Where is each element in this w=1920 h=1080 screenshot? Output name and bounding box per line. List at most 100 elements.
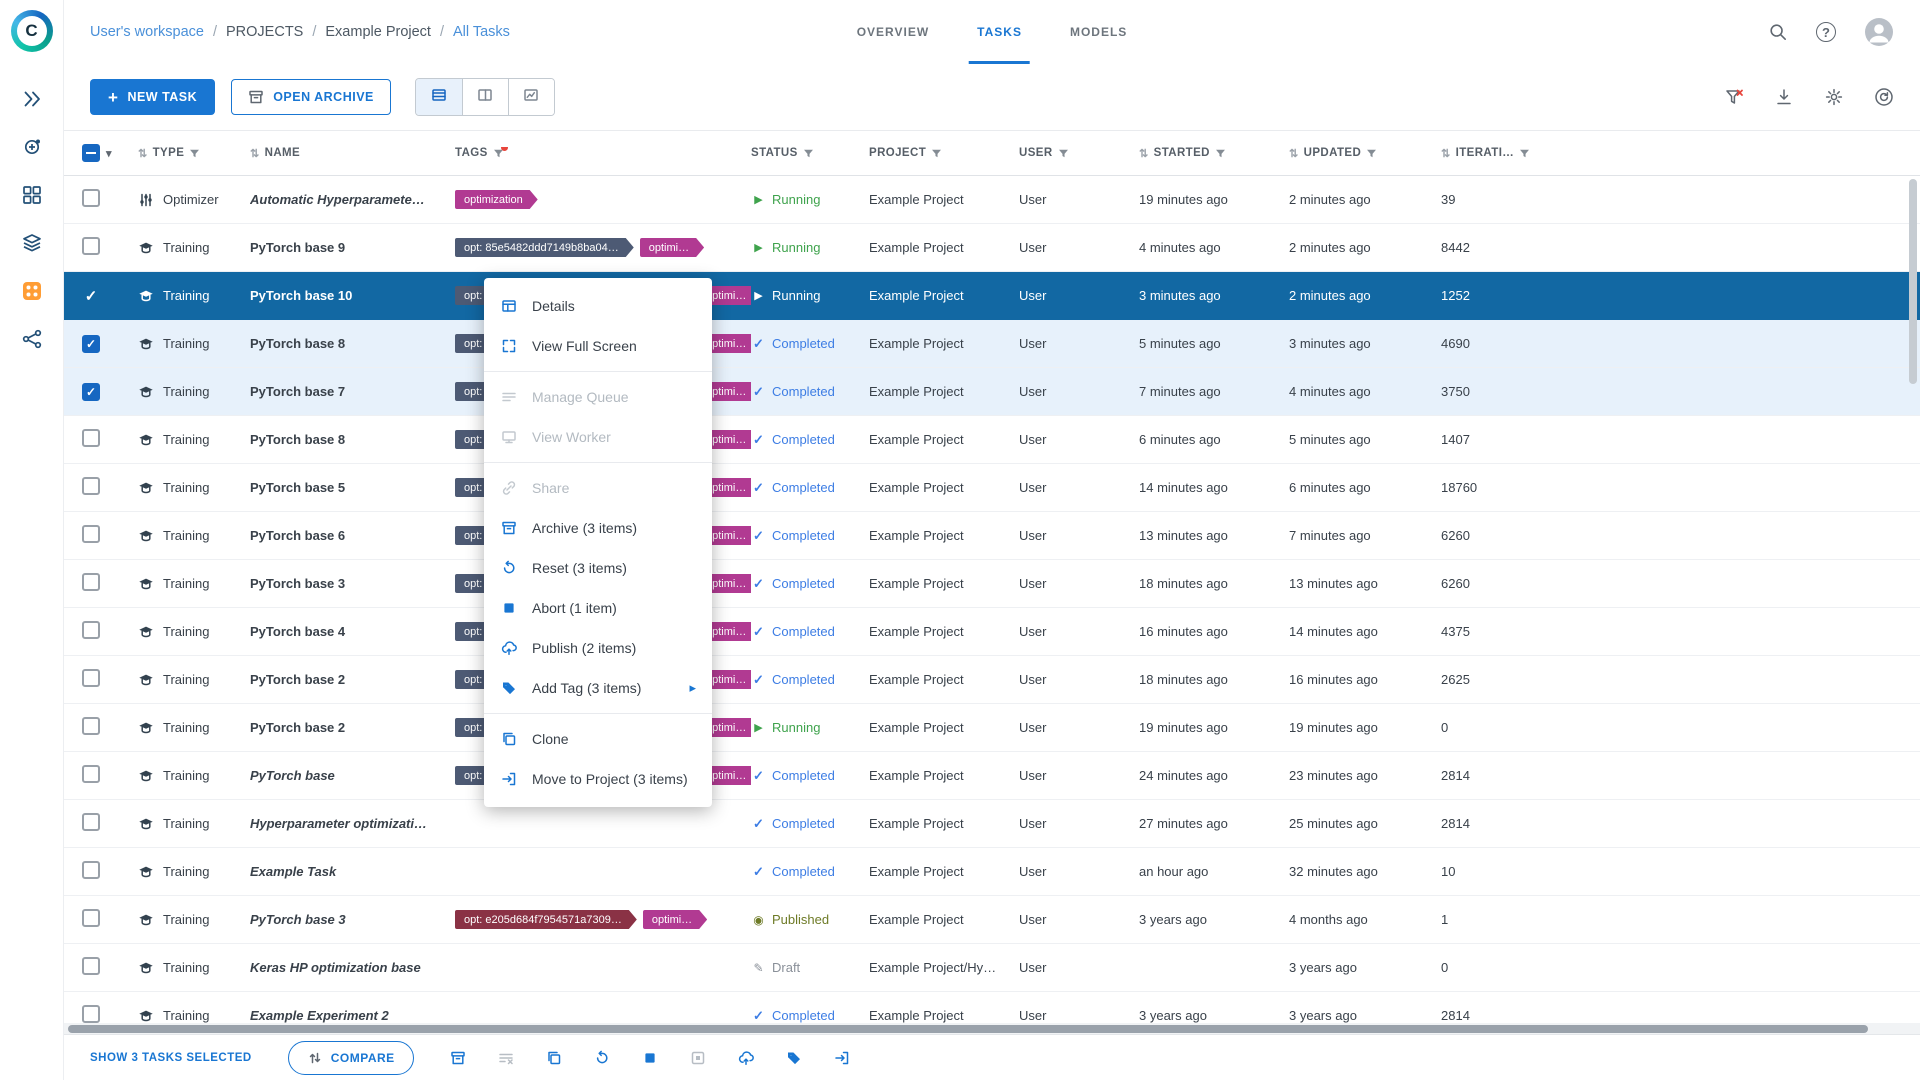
task-name[interactable]: PyTorch base — [250, 768, 455, 783]
footer-clone-icon[interactable] — [546, 1050, 562, 1066]
sidebar-item-launch[interactable] — [9, 76, 55, 122]
sidebar-item-pipelines[interactable] — [9, 316, 55, 362]
sort-icon[interactable]: ⇅ — [1289, 147, 1299, 160]
task-name[interactable]: PyTorch base 7 — [250, 384, 455, 399]
sidebar-item-dashboard[interactable] — [9, 172, 55, 218]
clearml-logo[interactable]: C — [10, 10, 53, 52]
auto-refresh-icon[interactable] — [1874, 87, 1894, 107]
breadcrumb-projects[interactable]: PROJECTS — [226, 24, 303, 40]
sort-icon[interactable]: ⇅ — [138, 147, 148, 160]
task-name[interactable]: PyTorch base 4 — [250, 624, 455, 639]
row-checkbox[interactable] — [82, 573, 100, 591]
footer-abort-icon[interactable] — [642, 1050, 658, 1066]
footer-tag-icon[interactable] — [786, 1050, 802, 1066]
footer-publish-icon[interactable] — [738, 1050, 754, 1066]
task-name[interactable]: PyTorch base 5 — [250, 480, 455, 495]
tab-overview[interactable]: OVERVIEW — [857, 0, 929, 64]
sidebar-item-current-project[interactable] — [9, 268, 55, 314]
row-checkbox[interactable] — [82, 477, 100, 495]
new-task-button[interactable]: + NEW TASK — [90, 79, 216, 115]
filter-icon[interactable] — [1058, 148, 1069, 159]
column-header-project[interactable]: PROJECT — [869, 147, 1019, 159]
filter-icon[interactable] — [1366, 148, 1377, 159]
row-checkbox[interactable] — [82, 957, 100, 975]
table-row[interactable]: Training PyTorch base 5 opt: … optimi… ✓ … — [64, 464, 1920, 512]
row-checkbox[interactable] — [82, 813, 100, 831]
table-row[interactable]: Training PyTorch base 2 opt: … optimi… ▶ … — [64, 704, 1920, 752]
row-checkbox[interactable]: ✓ — [82, 382, 100, 401]
row-checkbox[interactable] — [82, 861, 100, 879]
row-checkbox[interactable] — [82, 765, 100, 783]
menu-item-details[interactable]: Details — [484, 286, 712, 326]
clear-filters-icon[interactable] — [1724, 87, 1744, 107]
breadcrumb-user-s-workspace[interactable]: User's workspace — [90, 24, 204, 40]
menu-item-view-full-screen[interactable]: View Full Screen — [484, 326, 712, 366]
table-row[interactable]: ✓ Training PyTorch base 8 opt: … optimi… … — [64, 320, 1920, 368]
column-header-name[interactable]: ⇅ NAME — [250, 147, 455, 160]
task-name[interactable]: PyTorch base 2 — [250, 672, 455, 687]
task-name[interactable]: Hyperparameter optimizati… — [250, 816, 455, 831]
column-header-user[interactable]: USER — [1019, 147, 1139, 159]
row-checkbox[interactable] — [82, 669, 100, 687]
chart-view-button[interactable] — [507, 79, 554, 115]
task-name[interactable]: PyTorch base 2 — [250, 720, 455, 735]
show-selected-button[interactable]: SHOW 3 TASKS SELECTED — [90, 1052, 252, 1064]
breadcrumb-all-tasks[interactable]: All Tasks — [453, 24, 510, 40]
filter-icon[interactable] — [493, 147, 508, 159]
filter-icon[interactable] — [1519, 148, 1530, 159]
menu-item-clone[interactable]: Clone — [484, 719, 712, 759]
task-name[interactable]: Example Experiment 2 — [250, 1008, 455, 1023]
table-row[interactable]: Training PyTorch base 9 opt: 85e5482ddd7… — [64, 224, 1920, 272]
compare-button[interactable]: COMPARE — [287, 1040, 414, 1075]
vertical-scrollbar[interactable] — [1909, 179, 1917, 384]
download-icon[interactable] — [1774, 87, 1794, 107]
filter-icon[interactable] — [1215, 148, 1226, 159]
task-name[interactable]: PyTorch base 10 — [250, 288, 455, 303]
task-tag[interactable]: optimi… — [640, 238, 704, 257]
row-checkbox[interactable] — [82, 525, 100, 543]
task-name[interactable]: Example Task — [250, 864, 455, 879]
menu-item-archive-3-items[interactable]: Archive (3 items) — [484, 508, 712, 548]
table-row[interactable]: Training PyTorch base 8 opt: … optimi… ✓ … — [64, 416, 1920, 464]
task-name[interactable]: PyTorch base 8 — [250, 432, 455, 447]
table-row[interactable]: Training PyTorch base opt: … optimi… ✓ Co… — [64, 752, 1920, 800]
menu-item-add-tag-3-items[interactable]: Add Tag (3 items) ▸ — [484, 668, 712, 708]
user-avatar[interactable] — [1864, 17, 1894, 47]
sort-icon[interactable]: ⇅ — [250, 147, 260, 160]
table-row[interactable]: Training PyTorch base 3 opt: … optimi… ✓ … — [64, 560, 1920, 608]
search-icon[interactable] — [1768, 22, 1788, 42]
table-row[interactable]: Training PyTorch base 3 opt: e205d684f79… — [64, 896, 1920, 944]
footer-reset-icon[interactable] — [594, 1050, 610, 1066]
tab-tasks[interactable]: TASKS — [969, 0, 1030, 64]
row-checkbox[interactable] — [82, 189, 100, 207]
sort-icon[interactable]: ⇅ — [1139, 147, 1149, 160]
row-checkbox[interactable] — [82, 429, 100, 447]
row-checkbox[interactable]: ✓ — [82, 334, 100, 353]
column-header-tags[interactable]: TAGS — [455, 147, 751, 159]
footer-archive-icon[interactable] — [450, 1050, 466, 1066]
filter-icon[interactable] — [189, 148, 200, 159]
table-row[interactable]: Training PyTorch base 6 opt: … optimi… ✓ … — [64, 512, 1920, 560]
column-header-updated[interactable]: ⇅ UPDATED — [1289, 147, 1441, 160]
table-row[interactable]: Training PyTorch base 2 opt: … optimi… ✓ … — [64, 656, 1920, 704]
select-all-dropdown-icon[interactable]: ▾ — [106, 147, 112, 160]
row-checkbox[interactable] — [82, 237, 100, 255]
task-tag[interactable]: opt: e205d684f7954571a7309… — [455, 910, 637, 929]
table-row[interactable]: Training Keras HP optimization base ✎ Dr… — [64, 944, 1920, 992]
task-tag[interactable]: opt: 85e5482ddd7149b8ba04… — [455, 238, 634, 257]
task-tag[interactable]: optimi… — [643, 910, 707, 929]
menu-item-reset-3-items[interactable]: Reset (3 items) — [484, 548, 712, 588]
column-header-started[interactable]: ⇅ STARTED — [1139, 147, 1289, 160]
row-checkbox[interactable] — [82, 621, 100, 639]
filter-icon[interactable] — [931, 148, 942, 159]
task-name[interactable]: PyTorch base 8 — [250, 336, 455, 351]
table-row[interactable]: Training Example Task ✓ Completed Exampl… — [64, 848, 1920, 896]
table-view-button[interactable] — [415, 79, 462, 115]
task-name[interactable]: PyTorch base 9 — [250, 240, 455, 255]
sidebar-item-deploy[interactable] — [9, 124, 55, 170]
tab-models[interactable]: MODELS — [1070, 0, 1127, 64]
row-checkbox[interactable] — [82, 1005, 100, 1023]
row-checkbox[interactable] — [82, 909, 100, 927]
task-tag[interactable]: optimization — [455, 190, 538, 209]
task-name[interactable]: Keras HP optimization base — [250, 960, 455, 975]
